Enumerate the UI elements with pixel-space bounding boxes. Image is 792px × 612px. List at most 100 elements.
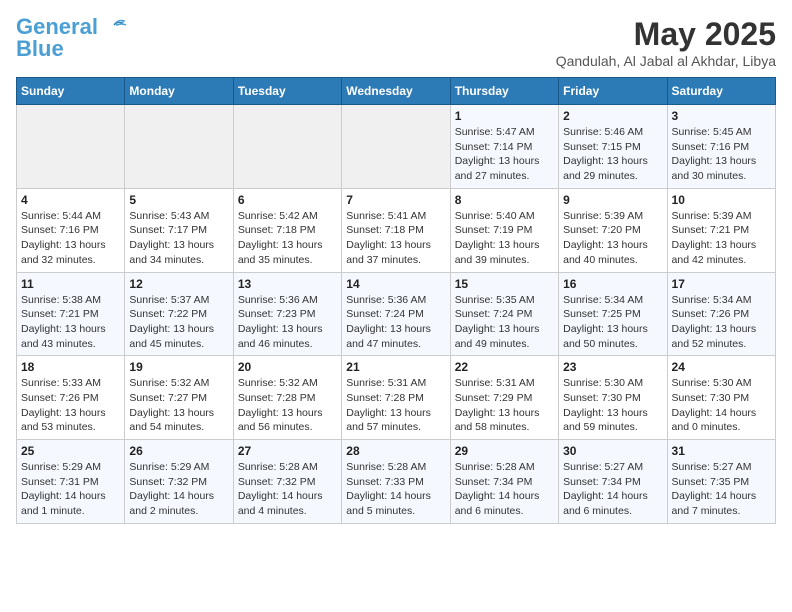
day-number: 7 — [346, 193, 445, 207]
day-info: Sunrise: 5:45 AMSunset: 7:16 PMDaylight:… — [672, 125, 771, 184]
calendar-cell: 25 Sunrise: 5:29 AMSunset: 7:31 PMDayligh… — [17, 440, 125, 524]
day-info: Sunrise: 5:32 AMSunset: 7:27 PMDaylight:… — [129, 376, 228, 435]
day-info: Sunrise: 5:34 AMSunset: 7:25 PMDaylight:… — [563, 293, 662, 352]
calendar-cell: 1 Sunrise: 5:47 AMSunset: 7:14 PMDaylight… — [450, 105, 558, 189]
day-info: Sunrise: 5:39 AMSunset: 7:20 PMDaylight:… — [563, 209, 662, 268]
day-number: 2 — [563, 109, 662, 123]
calendar-cell — [342, 105, 450, 189]
calendar-cell: 29Sunrise: 5:28 AMSunset: 7:34 PMDayligh… — [450, 440, 558, 524]
calendar-cell: 15 Sunrise: 5:35 AMSunset: 7:24 PMDayligh… — [450, 272, 558, 356]
page-header: GeneralBlue May 2025 Qandulah, Al Jabal … — [16, 16, 776, 69]
day-number: 1 — [455, 109, 554, 123]
month-year-title: May 2025 — [556, 16, 776, 53]
calendar-cell: 13 Sunrise: 5:36 AMSunset: 7:23 PMDayligh… — [233, 272, 341, 356]
day-number: 8 — [455, 193, 554, 207]
day-info: Sunrise: 5:27 AMSunset: 7:35 PMDaylight:… — [672, 460, 771, 519]
calendar-cell — [233, 105, 341, 189]
day-number: 3 — [672, 109, 771, 123]
day-info: Sunrise: 5:37 AMSunset: 7:22 PMDaylight:… — [129, 293, 228, 352]
calendar-cell — [125, 105, 233, 189]
day-number: 11 — [21, 277, 120, 291]
title-block: May 2025 Qandulah, Al Jabal al Akhdar, L… — [556, 16, 776, 69]
calendar-cell: 26 Sunrise: 5:29 AMSunset: 7:32 PMDayligh… — [125, 440, 233, 524]
day-info: Sunrise: 5:47 AMSunset: 7:14 PMDaylight:… — [455, 125, 554, 184]
logo-bird-icon — [100, 17, 128, 41]
day-number: 21 — [346, 360, 445, 374]
day-info: Sunrise: 5:33 AMSunset: 7:26 PMDaylight:… — [21, 376, 120, 435]
day-number: 9 — [563, 193, 662, 207]
calendar-cell — [17, 105, 125, 189]
day-info: Sunrise: 5:36 AMSunset: 7:24 PMDaylight:… — [346, 293, 445, 352]
calendar-week-row: 4Sunrise: 5:44 AMSunset: 7:16 PMDaylight… — [17, 188, 776, 272]
calendar-cell: 14Sunrise: 5:36 AMSunset: 7:24 PMDayligh… — [342, 272, 450, 356]
weekday-header-tuesday: Tuesday — [233, 78, 341, 105]
day-info: Sunrise: 5:42 AMSunset: 7:18 PMDaylight:… — [238, 209, 337, 268]
calendar-cell: 4Sunrise: 5:44 AMSunset: 7:16 PMDaylight… — [17, 188, 125, 272]
day-number: 16 — [563, 277, 662, 291]
day-info: Sunrise: 5:30 AMSunset: 7:30 PMDaylight:… — [672, 376, 771, 435]
day-number: 25 — [21, 444, 120, 458]
day-number: 6 — [238, 193, 337, 207]
calendar-cell: 17 Sunrise: 5:34 AMSunset: 7:26 PMDayligh… — [667, 272, 775, 356]
day-info: Sunrise: 5:43 AMSunset: 7:17 PMDaylight:… — [129, 209, 228, 268]
day-info: Sunrise: 5:36 AMSunset: 7:23 PMDaylight:… — [238, 293, 337, 352]
day-info: Sunrise: 5:29 AMSunset: 7:32 PMDaylight:… — [129, 460, 228, 519]
calendar-week-row: 25 Sunrise: 5:29 AMSunset: 7:31 PMDayligh… — [17, 440, 776, 524]
calendar-cell: 20 Sunrise: 5:32 AMSunset: 7:28 PMDayligh… — [233, 356, 341, 440]
day-info: Sunrise: 5:34 AMSunset: 7:26 PMDaylight:… — [672, 293, 771, 352]
day-number: 24 — [672, 360, 771, 374]
calendar-cell: 23 Sunrise: 5:30 AMSunset: 7:30 PMDayligh… — [559, 356, 667, 440]
calendar-cell: 11 Sunrise: 5:38 AMSunset: 7:21 PMDayligh… — [17, 272, 125, 356]
day-number: 18 — [21, 360, 120, 374]
weekday-header-monday: Monday — [125, 78, 233, 105]
logo: GeneralBlue — [16, 16, 128, 60]
day-info: Sunrise: 5:44 AMSunset: 7:16 PMDaylight:… — [21, 209, 120, 268]
day-info: Sunrise: 5:30 AMSunset: 7:30 PMDaylight:… — [563, 376, 662, 435]
day-number: 19 — [129, 360, 228, 374]
day-number: 28 — [346, 444, 445, 458]
calendar-cell: 2 Sunrise: 5:46 AMSunset: 7:15 PMDaylight… — [559, 105, 667, 189]
day-number: 29 — [455, 444, 554, 458]
logo-text: GeneralBlue — [16, 16, 98, 60]
calendar-cell: 24 Sunrise: 5:30 AMSunset: 7:30 PMDayligh… — [667, 356, 775, 440]
day-info: Sunrise: 5:46 AMSunset: 7:15 PMDaylight:… — [563, 125, 662, 184]
calendar-cell: 19 Sunrise: 5:32 AMSunset: 7:27 PMDayligh… — [125, 356, 233, 440]
day-number: 20 — [238, 360, 337, 374]
calendar-cell: 10Sunrise: 5:39 AMSunset: 7:21 PMDayligh… — [667, 188, 775, 272]
day-info: Sunrise: 5:31 AMSunset: 7:29 PMDaylight:… — [455, 376, 554, 435]
weekday-header-row: SundayMondayTuesdayWednesdayThursdayFrid… — [17, 78, 776, 105]
day-number: 26 — [129, 444, 228, 458]
calendar-cell: 16 Sunrise: 5:34 AMSunset: 7:25 PMDayligh… — [559, 272, 667, 356]
day-info: Sunrise: 5:27 AMSunset: 7:34 PMDaylight:… — [563, 460, 662, 519]
calendar-cell: 22 Sunrise: 5:31 AMSunset: 7:29 PMDayligh… — [450, 356, 558, 440]
weekday-header-wednesday: Wednesday — [342, 78, 450, 105]
day-number: 17 — [672, 277, 771, 291]
calendar-cell: 28 Sunrise: 5:28 AMSunset: 7:33 PMDayligh… — [342, 440, 450, 524]
day-number: 13 — [238, 277, 337, 291]
day-info: Sunrise: 5:40 AMSunset: 7:19 PMDaylight:… — [455, 209, 554, 268]
calendar-cell: 21 Sunrise: 5:31 AMSunset: 7:28 PMDayligh… — [342, 356, 450, 440]
day-info: Sunrise: 5:32 AMSunset: 7:28 PMDaylight:… — [238, 376, 337, 435]
calendar-cell: 27Sunrise: 5:28 AMSunset: 7:32 PMDayligh… — [233, 440, 341, 524]
calendar-cell: 3 Sunrise: 5:45 AMSunset: 7:16 PMDaylight… — [667, 105, 775, 189]
day-number: 30 — [563, 444, 662, 458]
day-number: 22 — [455, 360, 554, 374]
day-number: 23 — [563, 360, 662, 374]
calendar-week-row: 18 Sunrise: 5:33 AMSunset: 7:26 PMDayligh… — [17, 356, 776, 440]
calendar-cell: 6 Sunrise: 5:42 AMSunset: 7:18 PMDaylight… — [233, 188, 341, 272]
day-info: Sunrise: 5:39 AMSunset: 7:21 PMDaylight:… — [672, 209, 771, 268]
calendar-table: SundayMondayTuesdayWednesdayThursdayFrid… — [16, 77, 776, 524]
day-number: 15 — [455, 277, 554, 291]
weekday-header-saturday: Saturday — [667, 78, 775, 105]
day-info: Sunrise: 5:35 AMSunset: 7:24 PMDaylight:… — [455, 293, 554, 352]
day-info: Sunrise: 5:28 AMSunset: 7:33 PMDaylight:… — [346, 460, 445, 519]
day-number: 31 — [672, 444, 771, 458]
calendar-cell: 5Sunrise: 5:43 AMSunset: 7:17 PMDaylight… — [125, 188, 233, 272]
day-info: Sunrise: 5:31 AMSunset: 7:28 PMDaylight:… — [346, 376, 445, 435]
calendar-cell: 7Sunrise: 5:41 AMSunset: 7:18 PMDaylight… — [342, 188, 450, 272]
day-info: Sunrise: 5:38 AMSunset: 7:21 PMDaylight:… — [21, 293, 120, 352]
day-info: Sunrise: 5:29 AMSunset: 7:31 PMDaylight:… — [21, 460, 120, 519]
calendar-cell: 12Sunrise: 5:37 AMSunset: 7:22 PMDayligh… — [125, 272, 233, 356]
calendar-cell: 9 Sunrise: 5:39 AMSunset: 7:20 PMDaylight… — [559, 188, 667, 272]
calendar-cell: 8 Sunrise: 5:40 AMSunset: 7:19 PMDaylight… — [450, 188, 558, 272]
